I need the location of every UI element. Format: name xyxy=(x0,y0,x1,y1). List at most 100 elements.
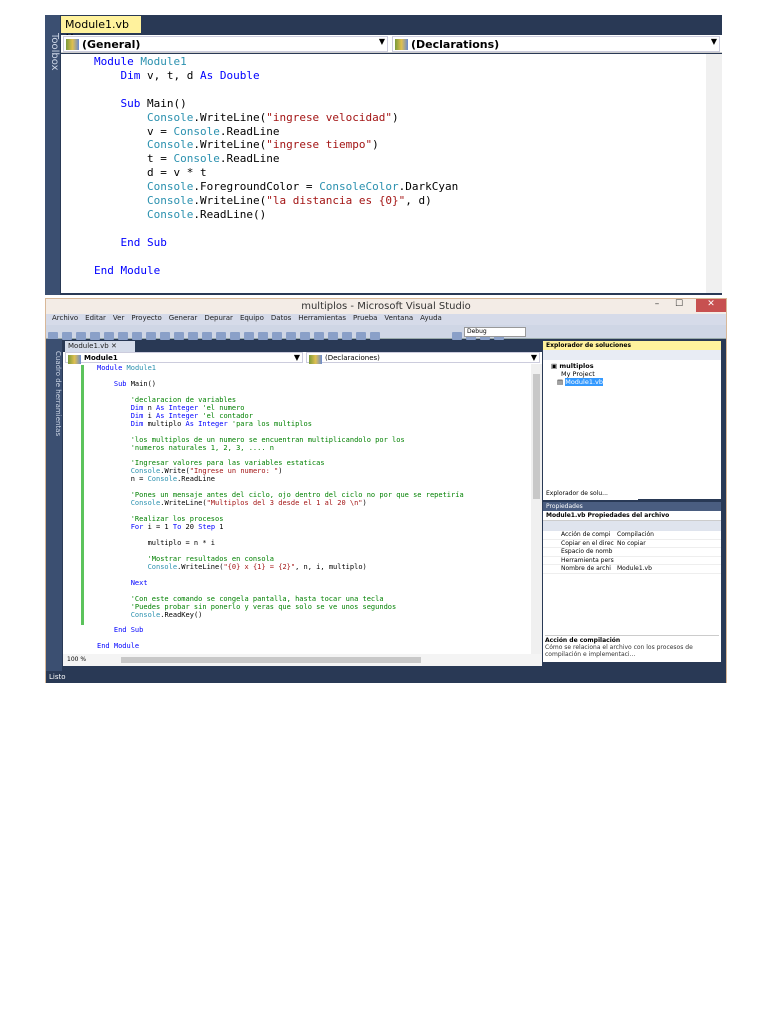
toolbar-button-icon[interactable] xyxy=(328,332,338,340)
zoom-level[interactable]: 100 % xyxy=(67,656,86,663)
toolbar-button-icon[interactable] xyxy=(90,332,100,340)
menu-item[interactable]: Archivo xyxy=(52,314,78,325)
code-line[interactable]: Next xyxy=(97,579,531,588)
toolbar-button-icon[interactable] xyxy=(314,332,324,340)
toolbar-button-icon[interactable] xyxy=(76,332,86,340)
code-line[interactable]: End Sub xyxy=(94,236,706,250)
toolbox-sidebar[interactable]: Toolbox xyxy=(45,15,60,295)
tree-item-my-project[interactable]: My Project xyxy=(551,370,713,378)
toolbar-button-icon[interactable] xyxy=(230,332,240,340)
code-line[interactable]: End Module xyxy=(94,264,706,278)
toolbar-button-icon[interactable] xyxy=(258,332,268,340)
toolbar-button-icon[interactable] xyxy=(216,332,226,340)
toolbar-button-icon[interactable] xyxy=(174,332,184,340)
tab-module1[interactable]: Module1.vb ✕ xyxy=(61,16,141,44)
code-line[interactable]: n = Console.ReadLine xyxy=(97,475,531,484)
tree-item-project[interactable]: ▣ multiplos xyxy=(551,362,713,370)
toolbar-button-icon[interactable] xyxy=(272,332,282,340)
minimize-button[interactable]: – xyxy=(648,299,666,312)
code-line[interactable]: Console.ForegroundColor = ConsoleColor.D… xyxy=(94,180,706,194)
code-editor[interactable]: Module Module1 Dim v, t, d As Double Sub… xyxy=(61,54,706,293)
toolbar-button-icon[interactable] xyxy=(188,332,198,340)
toolbox-sidebar[interactable]: Cuadro de herramientas xyxy=(46,339,62,671)
menu-item[interactable]: Ayuda xyxy=(420,314,442,325)
property-row[interactable]: Nombre de archi Module1.vb xyxy=(543,565,721,574)
code-line[interactable] xyxy=(97,620,531,628)
tree-item-module1[interactable]: ▤ Module1.vb xyxy=(551,378,713,386)
toolbar-button-icon[interactable] xyxy=(104,332,114,340)
menu-item[interactable]: Equipo xyxy=(240,314,264,325)
code-line[interactable]: t = Console.ReadLine xyxy=(94,152,706,166)
code-line[interactable]: Sub Main() xyxy=(94,97,706,111)
vertical-scrollbar[interactable] xyxy=(531,364,542,654)
general-dropdown[interactable]: (General) ▼ xyxy=(63,36,388,52)
maximize-button[interactable]: ☐ xyxy=(670,299,688,312)
code-line[interactable]: Console.ReadKey() xyxy=(97,611,531,620)
menu-item[interactable]: Ventana xyxy=(384,314,413,325)
scrollbar-thumb[interactable] xyxy=(533,374,540,499)
toolbar-button-icon[interactable] xyxy=(452,332,462,340)
tab-module1[interactable]: Module1.vb ✕ xyxy=(65,341,135,352)
toolbar-button-icon[interactable] xyxy=(132,332,142,340)
menu-item[interactable]: Herramientas xyxy=(298,314,346,325)
menu-item[interactable]: Proyecto xyxy=(131,314,161,325)
properties-object-dropdown[interactable]: Module1.vb Propiedades del archivo xyxy=(543,511,721,521)
code-editor[interactable]: Module Module1 Sub Main() 'declaracion d… xyxy=(63,364,531,654)
horizontal-scrollbar[interactable]: 100 % xyxy=(63,654,542,666)
close-button[interactable]: ✕ xyxy=(696,299,726,312)
code-line[interactable]: multiplo = n * i xyxy=(97,539,531,548)
code-line[interactable]: v = Console.ReadLine xyxy=(94,125,706,139)
code-line[interactable]: Console.WriteLine("Multiplos del 3 desde… xyxy=(97,499,531,508)
toolbar-button-icon[interactable] xyxy=(370,332,380,340)
toolbar-button-icon[interactable] xyxy=(202,332,212,340)
toolbar-button-icon[interactable] xyxy=(286,332,296,340)
menu-item[interactable]: Generar xyxy=(169,314,198,325)
code-line[interactable] xyxy=(97,373,531,381)
code-line[interactable]: Console.WriteLine("la distancia es {0}",… xyxy=(94,194,706,208)
close-icon[interactable]: ✕ xyxy=(111,342,117,350)
tab-solution-explorer[interactable]: Explorador de solu... xyxy=(543,489,638,500)
toolbar-button-icon[interactable] xyxy=(356,332,366,340)
code-line[interactable]: Module Module1 xyxy=(97,364,531,373)
code-line[interactable]: Console.WriteLine("{0} x {1} = {2}", n, … xyxy=(97,563,531,572)
code-line[interactable] xyxy=(97,635,531,643)
code-line[interactable]: For i = 1 To 20 Step 1 xyxy=(97,523,531,532)
toolbar-button-icon[interactable] xyxy=(244,332,254,340)
menu-item[interactable]: Datos xyxy=(271,314,291,325)
code-line[interactable]: 'numeros naturales 1, 2, 3, .... n xyxy=(97,444,531,453)
code-line[interactable]: Console.WriteLine("ingrese velocidad") xyxy=(94,111,706,125)
code-line[interactable]: Module Module1 xyxy=(94,55,706,69)
code-line[interactable]: Dim v, t, d As Double xyxy=(94,69,706,83)
property-row[interactable]: Acción de compi Compilación xyxy=(543,531,721,540)
code-line[interactable]: End Module xyxy=(97,642,531,651)
code-line[interactable] xyxy=(94,83,706,97)
vertical-scrollbar[interactable] xyxy=(706,54,722,293)
code-line[interactable]: Dim multiplo As Integer 'para los multip… xyxy=(97,420,531,429)
code-line[interactable] xyxy=(94,222,706,236)
menu-item[interactable]: Editar xyxy=(85,314,106,325)
menu-item[interactable]: Prueba xyxy=(353,314,377,325)
code-line[interactable]: Console.WriteLine("ingrese tiempo") xyxy=(94,138,706,152)
code-line[interactable] xyxy=(97,572,531,580)
scrollbar-thumb[interactable] xyxy=(121,657,421,663)
configuration-dropdown[interactable]: Debug xyxy=(464,327,526,337)
code-line[interactable]: Console.ReadLine() xyxy=(94,208,706,222)
property-row[interactable]: Copiar en el direc No copiar xyxy=(543,540,721,548)
toolbar-button-icon[interactable] xyxy=(300,332,310,340)
toolbar-button-icon[interactable] xyxy=(62,332,72,340)
declarations-dropdown[interactable]: (Declaraciones) ▼ xyxy=(306,352,540,366)
declarations-dropdown[interactable]: (Declarations) ▼ xyxy=(392,36,720,52)
module-dropdown[interactable]: Module1 ▼ xyxy=(65,352,303,366)
code-line[interactable]: End Sub xyxy=(97,626,531,635)
property-row[interactable]: Herramienta pers xyxy=(543,557,721,565)
code-line[interactable]: Sub Main() xyxy=(97,380,531,389)
toolbar-button-icon[interactable] xyxy=(146,332,156,340)
tab-team-explorer[interactable]: Team Explorer xyxy=(638,489,687,500)
property-row[interactable]: Espacio de nomb xyxy=(543,548,721,557)
toolbar-button-icon[interactable] xyxy=(118,332,128,340)
code-line[interactable] xyxy=(94,250,706,264)
toolbar-button-icon[interactable] xyxy=(342,332,352,340)
menu-item[interactable]: Depurar xyxy=(204,314,233,325)
menu-item[interactable]: Ver xyxy=(113,314,124,325)
toolbar-button-icon[interactable] xyxy=(160,332,170,340)
